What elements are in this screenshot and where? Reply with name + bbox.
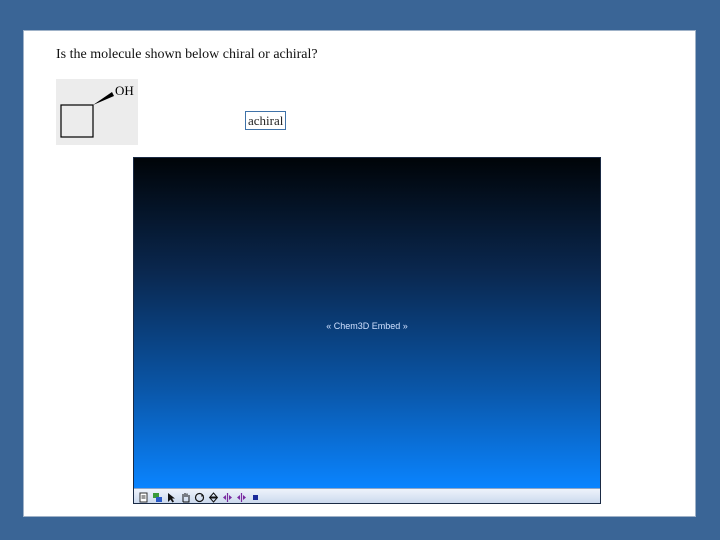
wedge-bond: [93, 92, 114, 105]
hand-icon[interactable]: [180, 492, 191, 503]
move-left-right-icon[interactable]: [222, 492, 233, 503]
answer-box[interactable]: achiral: [245, 111, 287, 130]
stop-icon[interactable]: [250, 492, 261, 503]
embed-label: « Chem3D Embed »: [326, 321, 408, 331]
rotate-axis-icon[interactable]: [208, 491, 219, 503]
chem3d-viewer[interactable]: « Chem3D Embed »: [133, 157, 601, 504]
molecule-structure: OH: [56, 79, 138, 145]
document-icon[interactable]: [138, 492, 149, 503]
layers-icon[interactable]: [152, 492, 163, 503]
cyclobutanol-drawing: OH: [60, 83, 134, 138]
slide-panel: Is the molecule shown below chiral or ac…: [23, 30, 696, 517]
move-left-right-icon[interactable]: [236, 492, 247, 503]
oh-label: OH: [115, 83, 134, 98]
rotate-icon[interactable]: [194, 492, 205, 503]
chem3d-viewport[interactable]: « Chem3D Embed »: [134, 158, 600, 488]
viewer-toolbar: [134, 488, 600, 503]
question-text: Is the molecule shown below chiral or ac…: [56, 47, 318, 62]
arrow-cursor-icon[interactable]: [166, 492, 177, 503]
